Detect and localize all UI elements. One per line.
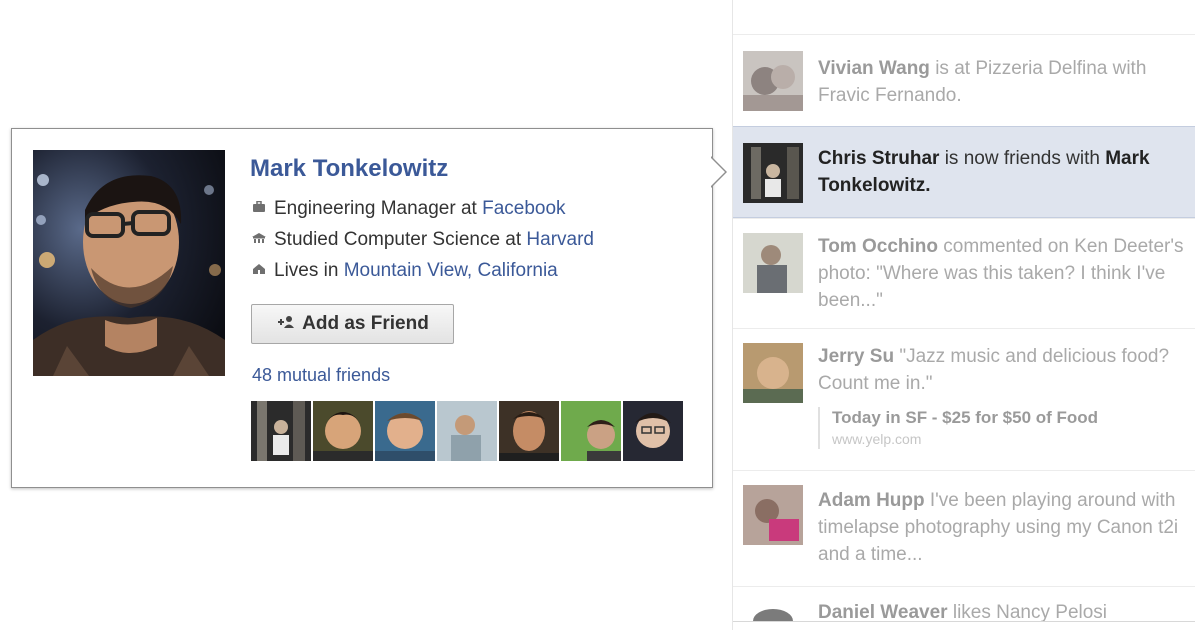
profile-photo[interactable] <box>33 150 225 376</box>
briefcase-icon <box>252 195 274 221</box>
education-info: Studied Computer Science at Harvard <box>252 226 594 252</box>
link-attachment[interactable]: Today in SF - $25 for $50 of Food www.ye… <box>818 407 1185 449</box>
avatar <box>743 143 803 203</box>
mutual-friend-avatar[interactable] <box>499 401 559 461</box>
ticker-story-daniel[interactable]: Daniel Weaver likes Nancy Pelosi <box>733 586 1195 622</box>
ticker-story-text: Adam Hupp I've been playing around with … <box>818 487 1185 568</box>
ticker-story-text: Vivian Wang is at Pizzeria Delfina with … <box>818 55 1185 109</box>
add-friend-button[interactable]: Add as Friend <box>251 304 454 344</box>
ticker-divider <box>733 621 1195 622</box>
mutual-friends-link[interactable]: 48 mutual friends <box>252 365 390 386</box>
ticker-story-vivian[interactable]: Vivian Wang is at Pizzeria Delfina with … <box>733 34 1195 123</box>
ticker-story-chris[interactable]: Chris Struhar is now friends with Mark T… <box>733 126 1195 218</box>
ticker-panel: Vivian Wang is at Pizzeria Delfina with … <box>732 0 1195 630</box>
ticker-story-text: Tom Occhino commented on Ken Deeter's ph… <box>818 233 1185 314</box>
story-text-part: likes <box>947 602 997 622</box>
mutual-friend-avatar[interactable] <box>623 401 683 461</box>
story-text-part: . <box>956 85 962 106</box>
education-link[interactable]: Harvard <box>526 229 594 250</box>
story-text-part: Fravic Fernando <box>818 85 957 106</box>
story-actor-name[interactable]: Jerry Su <box>818 346 894 367</box>
profile-hovercard: Mark Tonkelowitz Engineering Manager at … <box>11 128 713 488</box>
avatar <box>743 233 803 293</box>
profile-name[interactable]: Mark Tonkelowitz <box>250 155 448 183</box>
work-prefix: Engineering Manager at <box>274 198 483 219</box>
hovercard-pointer-fill <box>710 157 725 187</box>
story-actor-name[interactable]: Chris Struhar <box>818 148 939 169</box>
story-text-part: is now friends with <box>939 148 1106 169</box>
work-link[interactable]: Facebook <box>482 198 565 219</box>
attachment-url: www.yelp.com <box>832 431 922 447</box>
story-text-part: with <box>1107 58 1147 79</box>
mutual-friends-strip <box>251 401 683 461</box>
mutual-friend-avatar[interactable] <box>313 401 373 461</box>
story-text-part: commented on <box>937 236 1075 257</box>
story-text-part: is at <box>929 58 976 79</box>
mutual-friend-avatar[interactable] <box>437 401 497 461</box>
mutual-friend-avatar[interactable] <box>251 401 311 461</box>
story-text-part: Nancy Pelosi <box>996 602 1108 622</box>
story-actor-name[interactable]: Vivian Wang <box>818 58 930 79</box>
story-actor-name[interactable]: Daniel Weaver <box>818 602 948 622</box>
avatar <box>743 51 803 111</box>
work-info: Engineering Manager at Facebook <box>252 195 566 221</box>
ticker-story-text: Jerry Su "Jazz music and delicious food?… <box>818 343 1185 397</box>
house-icon <box>252 257 274 283</box>
add-friend-label: Add as Friend <box>302 313 429 334</box>
attachment-title: Today in SF - $25 for $50 of Food <box>832 408 1099 427</box>
ticker-story-adam[interactable]: Adam Hupp I've been playing around with … <box>733 470 1195 583</box>
school-icon <box>252 226 274 252</box>
avatar <box>743 599 803 622</box>
ticker-story-jerry[interactable]: Jerry Su "Jazz music and delicious food?… <box>733 328 1195 469</box>
avatar <box>743 343 803 403</box>
mutual-friend-avatar[interactable] <box>561 401 621 461</box>
location-link[interactable]: Mountain View, California <box>344 260 558 281</box>
mutual-friend-avatar[interactable] <box>375 401 435 461</box>
ticker-story-text: Chris Struhar is now friends with Mark T… <box>818 145 1185 199</box>
ticker-story-tom[interactable]: Tom Occhino commented on Ken Deeter's ph… <box>733 218 1195 327</box>
education-prefix: Studied Computer Science at <box>274 229 527 250</box>
ticker-story-text: Daniel Weaver likes Nancy Pelosi <box>818 599 1185 622</box>
location-info: Lives in Mountain View, California <box>252 257 558 283</box>
story-text-part: Pizzeria Delfina <box>975 58 1108 79</box>
story-actor-name[interactable]: Tom Occhino <box>818 236 938 257</box>
location-prefix: Lives in <box>274 260 344 281</box>
story-actor-name[interactable]: Adam Hupp <box>818 490 925 511</box>
avatar <box>743 485 803 545</box>
add-friend-icon <box>276 315 295 334</box>
